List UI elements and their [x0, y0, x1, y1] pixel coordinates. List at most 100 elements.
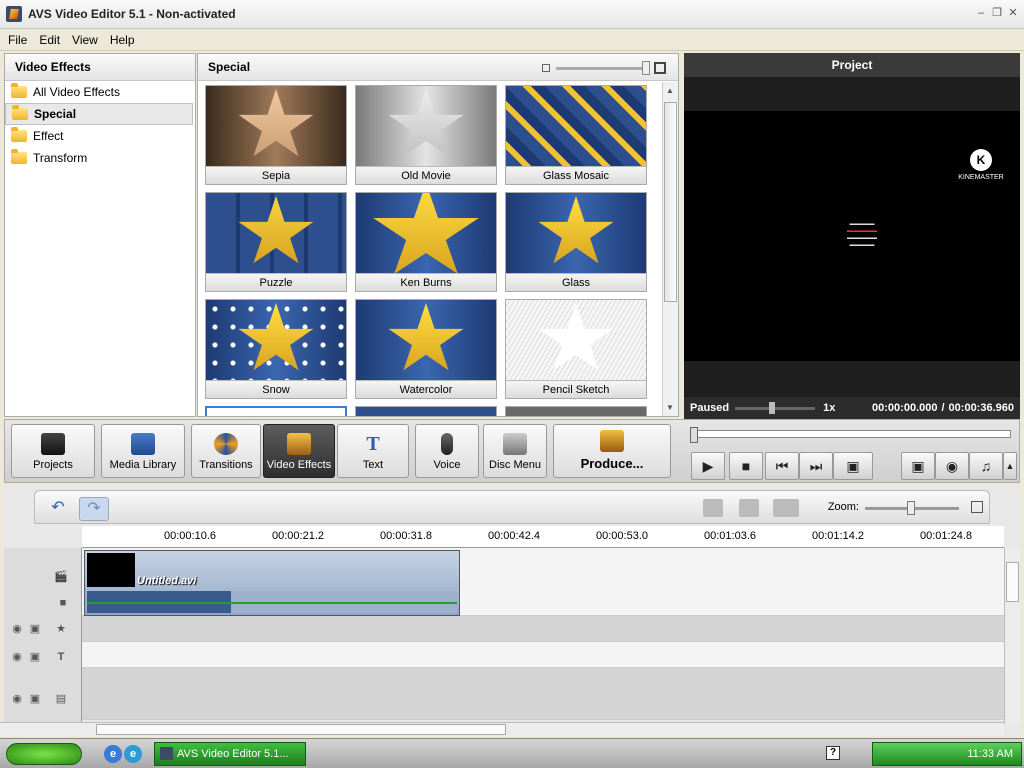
app-icon — [6, 6, 22, 22]
redo-button[interactable]: ↷ — [79, 497, 109, 521]
category-special[interactable]: Special — [5, 103, 193, 125]
scroll-down-icon[interactable]: ▼ — [666, 403, 674, 412]
effects-track-icon: ★ — [56, 623, 66, 635]
scroll-thumb[interactable] — [664, 102, 677, 302]
projects-button[interactable]: Projects — [11, 424, 95, 478]
preview-screen[interactable]: K KINEMASTER ▬▬▬▬▬ ▬▬▬▬▬▬ ▬▬▬▬▬▬ ▬▬▬▬▬ — [684, 111, 1020, 361]
zoom-thumb[interactable] — [907, 501, 915, 515]
stop-button[interactable]: ■ — [729, 452, 763, 480]
projects-label: Projects — [33, 459, 73, 471]
effect-label: Puzzle — [206, 273, 346, 291]
overlay-track[interactable] — [82, 668, 1004, 720]
speed-thumb[interactable] — [769, 401, 776, 414]
taskbar-item-avs[interactable]: AVS Video Editor 5.1... — [154, 742, 306, 766]
lock-icon[interactable]: ▣ — [28, 622, 42, 636]
effect-tile-puzzle[interactable]: Puzzle — [205, 192, 347, 292]
effects-track[interactable] — [82, 616, 1004, 642]
webcam-icon[interactable] — [739, 499, 759, 517]
effect-tile-glass-mosaic[interactable]: Glass Mosaic — [505, 85, 647, 185]
fit-to-window-icon[interactable] — [971, 501, 983, 513]
effect-tile-sepia[interactable]: Sepia — [205, 85, 347, 185]
visibility-eye-icon[interactable]: ◉ — [10, 692, 24, 706]
effect-tile-glass[interactable]: Glass — [505, 192, 647, 292]
visibility-eye-icon[interactable]: ◉ — [10, 650, 24, 664]
small-size-icon — [542, 64, 550, 72]
voice-button[interactable]: Voice — [415, 424, 479, 478]
preview-mode-button[interactable]: ▣ — [901, 452, 935, 480]
help-icon[interactable]: ? — [826, 746, 840, 760]
playback-speed-slider[interactable] — [735, 401, 816, 414]
text-track[interactable] — [82, 642, 1004, 668]
lock-icon[interactable]: ▣ — [28, 650, 42, 664]
effect-tile-watercolor[interactable]: Watercolor — [355, 299, 497, 399]
effect-tile-snow[interactable]: Snow — [205, 299, 347, 399]
playback-controls: ▶ ■ ⏮ ⏭ ▣ ▣ ◉ ♫ ▲ — [689, 424, 1017, 480]
scroll-thumb[interactable] — [96, 724, 506, 735]
lock-icon[interactable]: ▣ — [28, 692, 42, 706]
volume-line[interactable] — [87, 602, 457, 604]
volume-button[interactable]: ♫ — [969, 452, 1003, 480]
ruler-tick: 00:00:31.8 — [380, 530, 432, 542]
text-button[interactable]: T Text — [337, 424, 409, 478]
playback-seek-bar[interactable] — [690, 427, 1011, 443]
internet-explorer-icon[interactable]: e — [104, 745, 122, 763]
menu-file[interactable]: File — [8, 33, 27, 47]
previous-frame-button[interactable]: ⏮ — [765, 452, 799, 480]
size-track[interactable] — [556, 60, 650, 75]
effect-tile-partial[interactable] — [205, 406, 347, 416]
thumbnail-size-slider[interactable] — [542, 60, 666, 75]
title-bar: AVS Video Editor 5.1 - Non-activated – ❐… — [0, 0, 1024, 29]
size-thumb[interactable] — [642, 60, 650, 75]
menu-edit[interactable]: Edit — [39, 33, 60, 47]
split-tool-icon[interactable] — [703, 499, 723, 517]
timeline-zoom-slider[interactable] — [865, 501, 959, 515]
visibility-eye-icon[interactable]: ◉ — [10, 622, 24, 636]
folder-icon — [11, 127, 27, 142]
clip-thumbnail — [87, 553, 135, 587]
disc-menu-button[interactable]: Disc Menu — [483, 424, 547, 478]
effect-tile-partial[interactable] — [505, 406, 647, 416]
ruler-tick: 00:01:03.6 — [704, 530, 756, 542]
effect-tile-pencil-sketch[interactable]: Pencil Sketch — [505, 299, 647, 399]
scroll-thumb[interactable] — [1006, 562, 1019, 602]
clip-audio-waveform[interactable] — [87, 591, 457, 613]
restore-icon[interactable]: ❐ — [990, 6, 1004, 20]
category-transform[interactable]: Transform — [5, 147, 195, 169]
timeline-ruler[interactable]: 00:00:10.6 00:00:21.2 00:00:31.8 00:00:4… — [82, 526, 1004, 548]
folder-icon — [11, 149, 27, 164]
menu-view[interactable]: View — [72, 33, 98, 47]
effect-tile-ken-burns[interactable]: Ken Burns — [355, 192, 497, 292]
effect-tile-old-movie[interactable]: Old Movie — [355, 85, 497, 185]
timeline-horizontal-scrollbar[interactable] — [0, 722, 1004, 736]
menu-help[interactable]: Help — [110, 33, 135, 47]
ruler-tick: 00:00:21.2 — [272, 530, 324, 542]
video-clip[interactable]: Untitled.avi — [84, 550, 460, 616]
close-icon[interactable]: ✕ — [1006, 6, 1020, 20]
snapshot-button[interactable]: ◉ — [935, 452, 969, 480]
logo-text: KINEMASTER — [958, 174, 1004, 181]
fullscreen-button[interactable]: ▣ — [833, 452, 873, 480]
play-button[interactable]: ▶ — [691, 452, 725, 480]
seek-thumb[interactable] — [690, 427, 698, 443]
transitions-button[interactable]: Transitions — [191, 424, 261, 478]
ruler-tick: 00:01:24.8 — [920, 530, 972, 542]
audio-mute-icon[interactable]: ■ — [56, 596, 70, 610]
next-frame-button[interactable]: ⏭ — [799, 452, 833, 480]
category-effect[interactable]: Effect — [5, 125, 195, 147]
volume-expand-button[interactable]: ▲ — [1003, 452, 1017, 480]
video-effects-button[interactable]: Video Effects — [263, 424, 335, 478]
voice-label: Voice — [433, 459, 461, 471]
produce-button[interactable]: Produce... — [553, 424, 671, 478]
scroll-up-icon[interactable]: ▲ — [666, 86, 674, 95]
timeline-vertical-scrollbar[interactable] — [1004, 548, 1020, 724]
effect-tile-partial[interactable] — [355, 406, 497, 416]
start-button[interactable] — [6, 743, 82, 765]
undo-button[interactable]: ↶ — [43, 497, 73, 521]
minimize-icon[interactable]: – — [974, 6, 988, 20]
browser-icon[interactable]: e — [124, 745, 142, 763]
monitor-icon[interactable] — [773, 499, 799, 517]
gallery-scrollbar[interactable]: ▲ ▼ — [662, 82, 678, 416]
total-time: 00:00:36.960 — [948, 402, 1014, 414]
category-all-video-effects[interactable]: All Video Effects — [5, 81, 195, 103]
media-library-button[interactable]: Media Library — [101, 424, 185, 478]
